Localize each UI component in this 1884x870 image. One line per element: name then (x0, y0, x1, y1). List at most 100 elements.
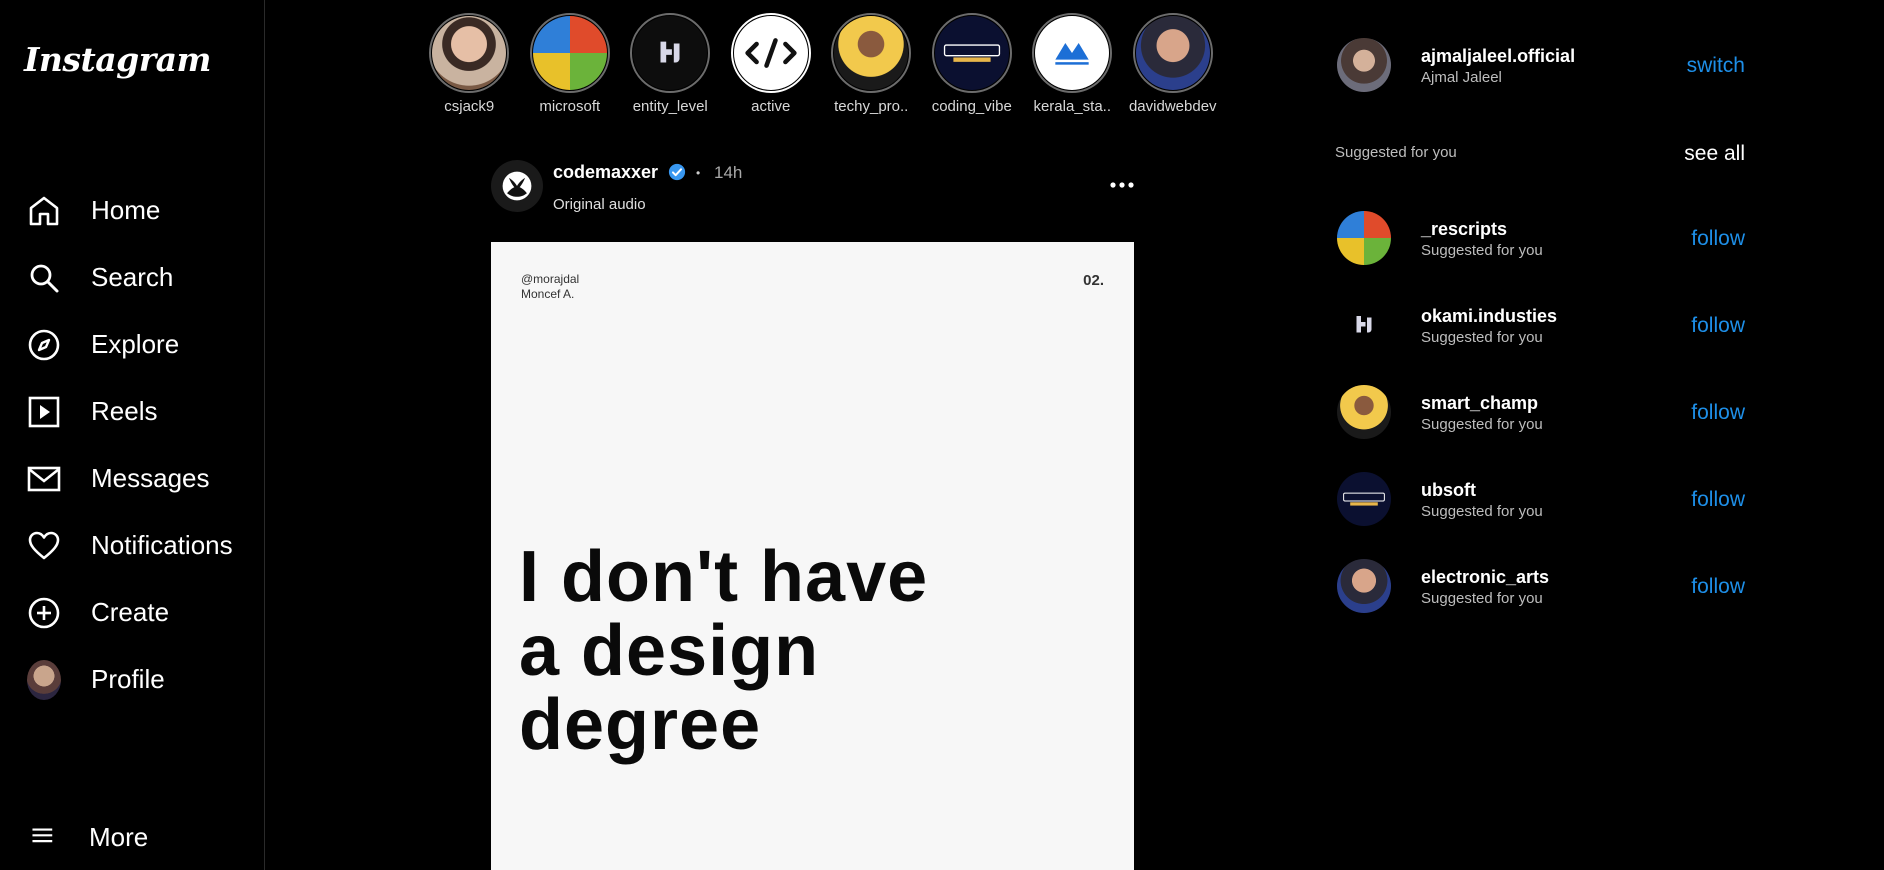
heart-icon (27, 529, 61, 563)
sidebar-item-label: Reels (91, 396, 158, 426)
suggestion-subtext: Suggested for you (1421, 590, 1543, 607)
suggestion-username[interactable]: ubsoft (1421, 480, 1476, 501)
follow-button[interactable]: follow (1691, 488, 1745, 512)
suggestions-title: Suggested for you (1335, 144, 1457, 161)
suggestion-username[interactable]: okami.industies (1421, 306, 1557, 327)
story-item[interactable]: csjack9 (419, 13, 520, 115)
sidebar: Instagram Home Search Explore Reels Mess… (0, 0, 265, 870)
suggestion-avatar[interactable] (1337, 298, 1391, 352)
post-image[interactable]: @morajdal Moncef A. 02. I don't have a d… (491, 242, 1134, 870)
sidebar-item-explore[interactable]: Explore (0, 311, 265, 378)
credit-handle: @morajdal (521, 272, 580, 286)
story-item[interactable]: microsoft (520, 13, 621, 115)
separator-dot: • (696, 166, 701, 180)
suggestion-username[interactable]: _rescripts (1421, 219, 1507, 240)
post-avatar[interactable] (491, 160, 543, 212)
instagram-logo[interactable]: Instagram (24, 40, 211, 79)
story-avatar (432, 16, 507, 90)
story-item[interactable]: coding_vibe (922, 13, 1023, 115)
current-account: ajmaljaleel.official Ajmal Jaleel switch (1335, 38, 1745, 94)
story-avatar (532, 16, 607, 90)
suggestion-row: okami.industies Suggested for you follow (1335, 298, 1745, 354)
post-audio[interactable]: Original audio (553, 196, 646, 213)
story-ring (429, 13, 510, 93)
story-avatar (934, 16, 1009, 90)
instagram-app: Instagram Home Search Explore Reels Mess… (0, 0, 1884, 870)
suggestion-subtext: Suggested for you (1421, 503, 1543, 520)
avatar (27, 659, 61, 700)
post-header: codemaxxer • 14h Original audio (491, 158, 1136, 218)
headline-line: a design (519, 611, 820, 691)
sidebar-item-label: Home (91, 195, 161, 225)
story-avatar (1035, 16, 1110, 90)
sidebar-item-label: Explore (91, 329, 180, 359)
suggestion-row: _rescripts Suggested for you follow (1335, 211, 1745, 267)
entity-logo-icon (660, 41, 680, 63)
sidebar-item-label: Create (91, 597, 170, 627)
code-brackets-icon (745, 38, 797, 68)
story-item[interactable]: techy_pro.. (821, 13, 922, 115)
suggestion-avatar[interactable] (1337, 385, 1391, 439)
suggestion-row: electronic_arts Suggested for you follow (1335, 559, 1745, 615)
story-username: kerala_sta.. (1033, 98, 1112, 115)
story-username: csjack9 (444, 98, 495, 115)
sidebar-item-more[interactable]: More (27, 820, 148, 854)
follow-button[interactable]: follow (1691, 314, 1745, 338)
suggestion-username[interactable]: electronic_arts (1421, 567, 1549, 588)
search-icon (27, 261, 61, 295)
post-image-headline: I don't have a design degree (519, 540, 928, 762)
story-item[interactable]: davidwebdev (1123, 13, 1224, 115)
compass-icon (27, 328, 61, 362)
post-image-page-number: 02. (1083, 272, 1104, 289)
suggestion-subtext: Suggested for you (1421, 329, 1543, 346)
hamburger-icon (27, 820, 61, 854)
post-time[interactable]: 14h (714, 163, 742, 183)
follow-button[interactable]: follow (1691, 401, 1745, 425)
mail-icon (27, 462, 61, 496)
story-ring (630, 13, 711, 93)
okami-logo-icon (1356, 316, 1372, 333)
switch-account-link[interactable]: switch (1687, 54, 1745, 78)
sidebar-item-create[interactable]: Create (0, 579, 265, 646)
account-avatar[interactable] (1337, 38, 1391, 92)
sidebar-item-label: Notifications (91, 530, 233, 560)
story-username: coding_vibe (931, 98, 1012, 115)
xbox-logo-icon (502, 171, 532, 201)
sidebar-item-label: Search (91, 262, 174, 292)
sidebar-item-search[interactable]: Search (0, 244, 265, 311)
suggestion-avatar[interactable] (1337, 559, 1391, 613)
post-image-credit: @morajdal Moncef A. (521, 272, 579, 302)
account-username[interactable]: ajmaljaleel.official (1421, 46, 1575, 67)
story-ring (529, 13, 610, 93)
story-ring (931, 13, 1012, 93)
story-avatar (633, 16, 708, 90)
suggestion-avatar[interactable] (1337, 211, 1391, 265)
suggestion-subtext: Suggested for you (1421, 242, 1543, 259)
story-ring (1032, 13, 1113, 93)
post-username[interactable]: codemaxxer (553, 162, 658, 183)
follow-button[interactable]: follow (1691, 227, 1745, 251)
sidebar-item-reels[interactable]: Reels (0, 378, 265, 445)
suggestion-avatar[interactable] (1337, 472, 1391, 526)
sidebar-item-messages[interactable]: Messages (0, 445, 265, 512)
plus-circle-icon (27, 596, 61, 630)
sidebar-item-profile[interactable]: Profile (0, 646, 265, 713)
account-name: Ajmal Jaleel (1421, 69, 1502, 86)
sidebar-item-label: More (89, 821, 149, 852)
story-username: davidwebdev (1128, 98, 1217, 115)
story-username: techy_pro.. (834, 98, 909, 115)
sidebar-item-home[interactable]: Home (0, 177, 265, 244)
story-item[interactable]: active (721, 13, 822, 115)
sidebar-item-notifications[interactable]: Notifications (0, 512, 265, 579)
follow-button[interactable]: follow (1691, 575, 1745, 599)
story-username: active (751, 98, 791, 115)
stories-tray: csjack9 microsoft entity_level active te… (419, 13, 1223, 115)
story-item[interactable]: kerala_sta.. (1022, 13, 1123, 115)
suggestion-username[interactable]: smart_champ (1421, 393, 1538, 414)
suggestion-subtext: Suggested for you (1421, 416, 1543, 433)
story-avatar (834, 16, 909, 90)
story-item[interactable]: entity_level (620, 13, 721, 115)
more-options-icon[interactable] (1108, 178, 1136, 192)
story-avatar (733, 16, 808, 90)
see-all-link[interactable]: see all (1684, 142, 1745, 166)
